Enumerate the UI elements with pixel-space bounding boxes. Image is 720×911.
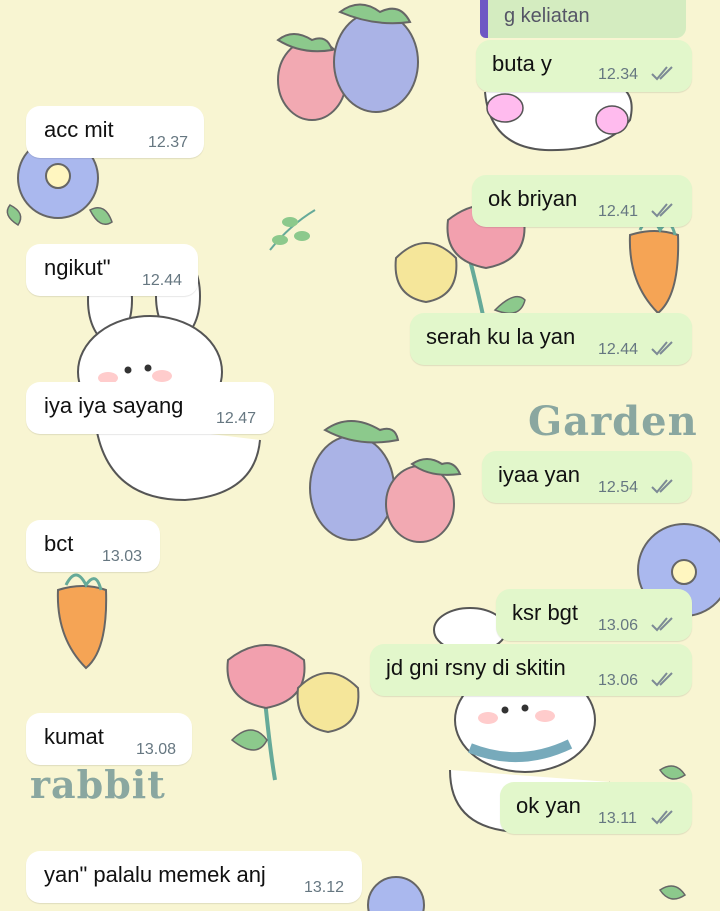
message-text: jd gni rsny di skitin	[386, 655, 566, 680]
quoted-reply-accent	[480, 0, 488, 38]
message-time: 12.47	[216, 410, 257, 427]
message-text: yan" palalu memek anj	[44, 862, 266, 887]
message-time: 12.44	[598, 341, 639, 358]
message-bubble-incoming[interactable]: ngikut" 12.44	[26, 244, 198, 296]
read-receipt-icon	[651, 66, 673, 81]
message-bubble-incoming[interactable]: acc mit 12.37	[26, 106, 204, 158]
message-text: serah ku la yan	[426, 324, 576, 349]
message-time: 12.41	[598, 203, 639, 220]
read-receipt-icon	[651, 617, 673, 632]
message-bubble-outgoing[interactable]: iyaa yan 12.54	[482, 451, 692, 503]
quoted-reply-text: g keliatan	[504, 5, 590, 27]
message-time: 12.34	[598, 66, 639, 83]
carrot-illustration	[628, 218, 680, 315]
read-receipt-icon	[651, 672, 673, 687]
message-bubble-outgoing[interactable]: serah ku la yan 12.44	[410, 313, 692, 365]
message-time: 13.08	[136, 741, 177, 758]
message-text: acc mit	[44, 117, 114, 142]
strawberry-illustration-2	[309, 420, 462, 543]
strawberry-illustration	[276, 3, 419, 121]
message-time: 13.03	[102, 548, 143, 565]
message-bubble-incoming[interactable]: yan" palalu memek anj 13.12	[26, 851, 362, 903]
read-receipt-icon	[651, 479, 673, 494]
message-text: ksr bgt	[512, 600, 579, 625]
wallpaper-rabbit-text: rabbit	[30, 762, 166, 807]
bunny-illustration	[484, 89, 633, 152]
message-text: ngikut"	[44, 255, 111, 280]
tulip-illustration-2	[226, 644, 360, 781]
message-bubble-outgoing[interactable]: ksr bgt 13.06	[496, 589, 692, 641]
carrot-illustration-2	[56, 573, 108, 670]
message-text: kumat	[44, 724, 104, 749]
message-bubble-incoming[interactable]: bct 13.03	[26, 520, 160, 572]
message-time: 12.54	[598, 479, 639, 496]
message-time: 13.12	[304, 879, 345, 896]
message-text: iyaa yan	[498, 462, 580, 487]
message-time: 13.06	[598, 617, 639, 634]
message-text: ok yan	[516, 793, 581, 818]
message-text: iya iya sayang	[44, 393, 184, 418]
message-text: buta y	[492, 51, 552, 76]
message-bubble-outgoing[interactable]: ok yan 13.11	[500, 782, 692, 834]
message-bubble-outgoing[interactable]: ok briyan 12.41	[472, 175, 692, 227]
message-bubble-outgoing[interactable]: jd gni rsny di skitin 13.06	[370, 644, 692, 696]
message-time: 13.11	[598, 810, 637, 827]
message-text: ok briyan	[488, 186, 578, 211]
message-bubble-outgoing[interactable]: buta y 12.34	[476, 40, 692, 92]
message-text: bct	[44, 531, 74, 556]
read-receipt-icon	[651, 810, 673, 825]
message-bubble-incoming[interactable]: kumat 13.08	[26, 713, 192, 765]
message-bubble-incoming[interactable]: iya iya sayang 12.47	[26, 382, 274, 434]
message-time: 13.06	[598, 672, 639, 689]
read-receipt-icon	[651, 341, 673, 356]
message-time: 12.37	[148, 134, 189, 151]
read-receipt-icon	[651, 203, 673, 218]
leaf-sprig-illustration	[269, 209, 316, 251]
message-time: 12.44	[142, 272, 183, 289]
wallpaper-garden-text: Garden	[528, 398, 698, 445]
